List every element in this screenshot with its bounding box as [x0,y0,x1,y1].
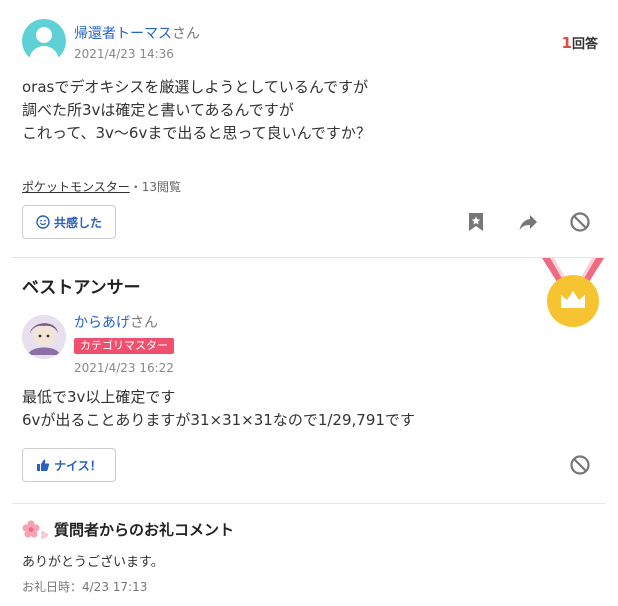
answerer-name[interactable]: からあげさん [74,312,158,332]
question-body-line: orasでデオキシスを厳選しようとしているんですが [22,78,369,96]
questioner-name-link[interactable]: 帰還者トーマス [74,26,172,42]
question-meta: ポケットモンスター・13閲覧 [22,178,181,195]
answer-block-button[interactable] [568,453,592,477]
answer-count-number: 1 [561,34,572,52]
question-body-line: 調べた所3vは確定と書いてあるんですが [22,101,294,119]
block-icon [570,212,590,232]
answer-body: 最低で3v以上確定です 6vが出ることありますが31×31×31なので1/29,… [22,386,415,432]
empathy-button[interactable]: 共感した [22,205,116,239]
divider [12,257,606,258]
block-icon [570,455,590,475]
answerer-name-link[interactable]: からあげ [74,315,130,331]
smile-icon [36,215,50,229]
nice-label: ナイス！ [54,458,102,473]
share-arrow-icon [519,215,537,230]
questioner-avatar[interactable] [22,19,66,63]
flower-icon [22,519,48,539]
answerer-avatar[interactable] [22,315,66,359]
best-answer-title: ベストアンサー [22,278,141,298]
crown-medal-icon [542,258,604,327]
thanks-comment-title: 質問者からのお礼コメント [22,519,234,540]
answer-count[interactable]: 1回答 [562,33,598,52]
person-avatar-icon [36,27,52,43]
answerer-avatar-image [22,315,66,359]
answer-date: 2021/4/23 16:22 [74,361,174,375]
question-body-line: これって、3v〜6vまで出ると思って良いんですか？ [22,124,371,142]
thanks-title-text: 質問者からのお礼コメント [54,521,235,539]
questioner-name[interactable]: 帰還者トーマスさん [74,23,200,43]
answer-body-line: 最低で3v以上確定です [22,388,176,406]
answer-body-line: 6vが出ることありますが31×31×31なので1/29,791です [22,411,415,429]
thumbs-up-icon [37,459,50,471]
bookmark-star-icon [469,213,483,231]
view-count: ・13閲覧 [129,180,182,194]
nice-button[interactable]: ナイス！ [22,448,116,482]
category-link[interactable]: ポケットモンスター [22,180,130,194]
category-master-badge: カテゴリマスター [74,338,174,354]
thanks-comment-body: ありがとうございます。 [22,555,164,570]
empathy-label: 共感した [53,215,102,230]
share-button[interactable] [516,210,540,234]
questioner-name-suffix: さん [172,26,200,42]
thanks-date: お礼日時：4/23 17:13 [22,580,148,594]
answer-count-label: 回答 [571,37,598,52]
bookmark-button[interactable] [464,210,488,234]
question-date: 2021/4/23 14:36 [74,47,174,61]
divider [12,503,606,504]
question-body: orasでデオキシスを厳選しようとしているんですが 調べた所3vは確定と書いてあ… [22,76,371,145]
answerer-name-suffix: さん [130,315,158,331]
block-button[interactable] [568,210,592,234]
